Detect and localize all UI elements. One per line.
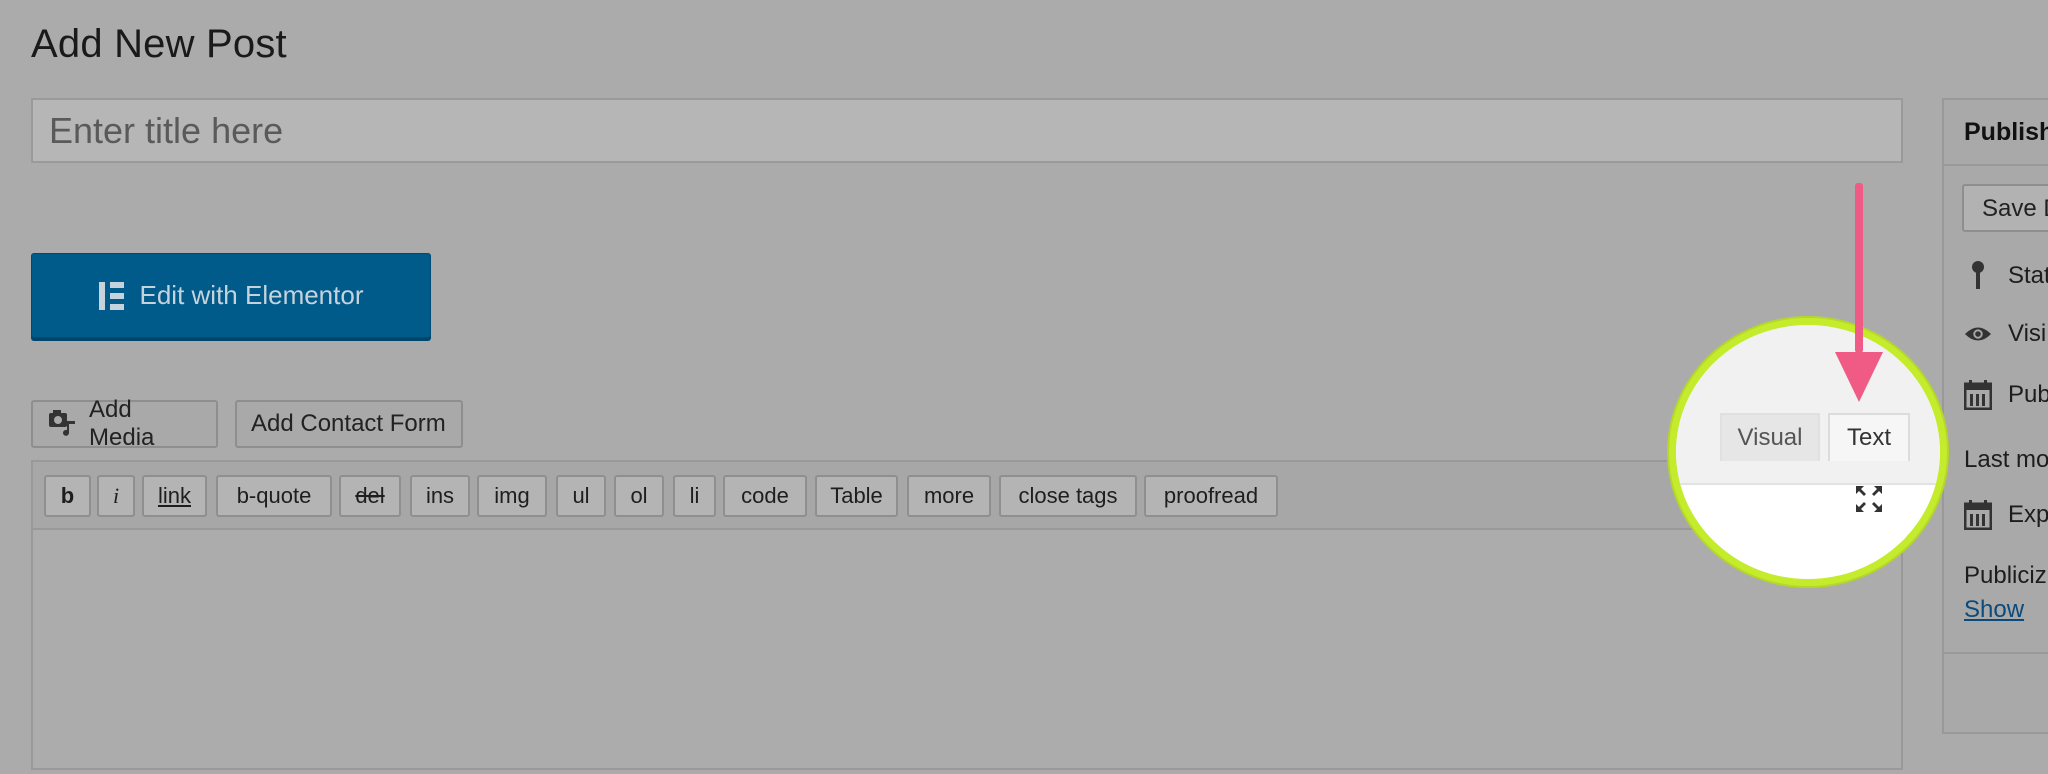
qt-proofread-button[interactable]: proofread [1144,475,1278,517]
qt-ul-button[interactable]: ul [556,475,606,517]
eye-icon [1964,323,1992,345]
last-modified-text: Last mo [1964,446,2048,473]
media-icon [47,409,79,439]
qt-code-button[interactable]: code [723,475,807,517]
qt-more-button[interactable]: more [907,475,991,517]
elementor-logo-icon [98,281,124,310]
editor-tabs-zoom: Visual Text [1676,325,1940,483]
add-contact-form-button[interactable]: Add Contact Form [235,400,463,448]
highlight-callout: Visual Text [1669,318,1947,586]
tab-text[interactable]: Text [1828,413,1910,461]
qt-li-button[interactable]: li [673,475,716,517]
pointer-arrow-head [1835,352,1883,402]
fullscreen-icon[interactable] [1853,483,1885,515]
pointer-arrow [1855,183,1863,353]
visibility-row: Visi [1964,320,2046,348]
publish-box-title: Publish [1964,118,2048,146]
callout-editor-area [1676,483,1940,579]
qt-img-button[interactable]: img [477,475,547,517]
add-contact-form-label: Add Contact Form [251,410,446,437]
publish-box-header[interactable]: Publish [1944,100,2048,166]
qt-del-button[interactable]: del [339,475,401,517]
qt-link-button[interactable]: link [142,475,207,517]
save-draft-button[interactable]: Save D [1962,184,2048,232]
editor: b i link b-quote del ins img ul ol li co… [31,460,1905,774]
quicktags-toolbar: b i link b-quote del ins img ul ol li co… [33,462,1901,530]
qt-ol-button[interactable]: ol [614,475,664,517]
publish-box-footer-divider [1944,652,2048,654]
qt-italic-button[interactable]: i [97,475,135,517]
calendar-icon [1964,500,1992,530]
pin-icon [1964,260,1992,292]
tab-visual[interactable]: Visual [1720,413,1820,461]
page-title: Add New Post [31,22,287,66]
edit-with-elementor-button[interactable]: Edit with Elementor [31,253,431,338]
post-title-input[interactable] [31,98,1903,163]
publish-box: Publish Save D Stat Visi Pub Last mo Exp… [1942,98,2048,734]
publicize-text: Publiciz [1964,562,2047,589]
expire-row: Exp [1964,500,2048,530]
edit-with-elementor-label: Edit with Elementor [139,280,364,310]
add-media-button[interactable]: Add Media [31,396,218,451]
qt-ins-button[interactable]: ins [410,475,470,517]
qt-table-button[interactable]: Table [815,475,898,517]
qt-close-tags-button[interactable]: close tags [999,475,1137,517]
qt-bold-button[interactable]: b [44,475,91,517]
add-media-label: Add Media [89,396,155,451]
qt-bquote-button[interactable]: b-quote [216,475,332,517]
status-label: Stat [2008,262,2048,289]
content-textarea[interactable] [33,530,1905,774]
expire-label: Exp [2008,501,2048,528]
visibility-label: Visi [2008,320,2047,347]
calendar-icon [1964,380,1992,410]
publish-date-row: Pub [1964,380,2048,410]
publicize-show-link[interactable]: Show [1964,596,2024,624]
publish-label: Pub [2008,381,2048,408]
status-row: Stat [1964,260,2048,292]
